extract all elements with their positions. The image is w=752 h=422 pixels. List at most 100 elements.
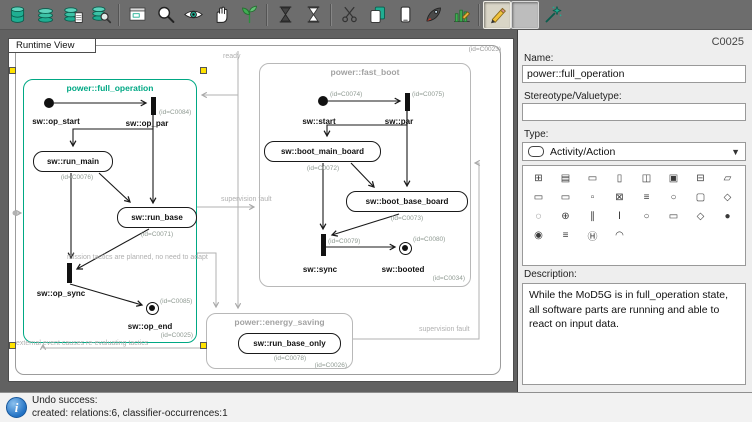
view-button[interactable] bbox=[179, 1, 207, 29]
stereotype-input[interactable] bbox=[522, 103, 746, 121]
zoom-button[interactable] bbox=[151, 1, 179, 29]
model-store-icon bbox=[35, 4, 56, 25]
palette-icon[interactable]: ○ bbox=[633, 207, 660, 226]
pan-button[interactable] bbox=[207, 1, 235, 29]
fork-par[interactable] bbox=[405, 93, 410, 111]
type-dropdown[interactable]: Activity/Action ▼ bbox=[522, 142, 746, 161]
diagram-sheet[interactable]: (id=C0023) power::full_operation power::… bbox=[8, 38, 514, 382]
palette-icon[interactable]: ○ bbox=[660, 188, 687, 207]
palette-icon[interactable]: ▣ bbox=[660, 169, 687, 188]
id-label: (id=C0025) bbox=[127, 332, 193, 339]
initial-state-start[interactable] bbox=[318, 96, 328, 106]
diagram-canvas[interactable]: Runtime View bbox=[0, 30, 517, 392]
palette-icon[interactable]: ▱ bbox=[714, 169, 741, 188]
device-icon bbox=[395, 4, 416, 25]
palette-icon[interactable]: ⊟ bbox=[687, 169, 714, 188]
id-label: (id=C0075) bbox=[412, 91, 444, 98]
palette-icon[interactable]: ▢ bbox=[687, 188, 714, 207]
magic-wand-icon bbox=[543, 4, 564, 25]
palette-icon[interactable]: ≡ bbox=[633, 188, 660, 207]
state-label: sw::boot_main_board bbox=[281, 147, 364, 156]
model-search-icon bbox=[91, 4, 112, 25]
id-label: (id=C0076) bbox=[61, 174, 93, 181]
edge-label-supervision-fault: supervision fault bbox=[221, 196, 272, 203]
blank-tool-button[interactable] bbox=[511, 1, 539, 29]
region-title: power::energy_saving bbox=[207, 317, 352, 327]
palette-icon[interactable]: ▤ bbox=[552, 169, 579, 188]
timer-filled-button[interactable] bbox=[271, 1, 299, 29]
palette-icon[interactable]: ◫ bbox=[633, 169, 660, 188]
state-run-base-only[interactable]: sw::run_base_only bbox=[238, 333, 341, 354]
cut-button[interactable] bbox=[335, 1, 363, 29]
model-export-button[interactable] bbox=[59, 1, 87, 29]
palette-icon[interactable]: ⊠ bbox=[606, 188, 633, 207]
deploy-button[interactable] bbox=[419, 1, 447, 29]
chart-edit-button[interactable] bbox=[447, 1, 475, 29]
pan-hand-icon bbox=[211, 4, 232, 25]
state-label: sw::op_end bbox=[128, 322, 172, 331]
state-label: sw::start bbox=[302, 117, 335, 126]
model-search-button[interactable] bbox=[87, 1, 115, 29]
final-state-op-end[interactable] bbox=[146, 302, 159, 315]
final-state-booted[interactable] bbox=[399, 242, 412, 255]
selection-handle[interactable] bbox=[200, 67, 207, 74]
palette-icon[interactable]: ◇ bbox=[714, 188, 741, 207]
id-label: (id=C0085) bbox=[160, 298, 192, 305]
palette-icon[interactable]: ⊞ bbox=[525, 169, 552, 188]
state-label: sw::par bbox=[385, 117, 413, 126]
name-input[interactable] bbox=[522, 65, 746, 83]
id-label: (id=C0071) bbox=[141, 231, 173, 238]
status-line-2: created: relations:6, classifier-occurre… bbox=[32, 408, 228, 419]
fork-op-par[interactable] bbox=[151, 97, 156, 115]
frame-id-label: (id=C0023) bbox=[469, 46, 501, 53]
join-sync[interactable] bbox=[321, 234, 326, 256]
region-title: power::fast_boot bbox=[260, 67, 470, 77]
toolbar-separator bbox=[118, 4, 120, 26]
palette-icon[interactable]: ▭ bbox=[660, 207, 687, 226]
growth-button[interactable] bbox=[235, 1, 263, 29]
state-boot-base-board[interactable]: sw::boot_base_board bbox=[346, 191, 468, 212]
id-label: (id=C0072) bbox=[307, 165, 339, 172]
id-label: (id=C0026) bbox=[281, 362, 347, 369]
palette-icon[interactable]: ▯ bbox=[606, 169, 633, 188]
id-label: (id=C0080) bbox=[413, 236, 445, 243]
state-run-main[interactable]: sw::run_main bbox=[33, 151, 113, 172]
palette-icon[interactable]: Ⓗ bbox=[579, 226, 606, 245]
palette-icon[interactable]: ◌ bbox=[525, 207, 552, 226]
palette-icon[interactable]: ▭ bbox=[579, 169, 606, 188]
palette-icon[interactable]: ◉ bbox=[525, 226, 552, 245]
copy-button[interactable] bbox=[363, 1, 391, 29]
palette-icon[interactable]: Ⅰ bbox=[606, 207, 633, 226]
palette-icon[interactable]: ⊕ bbox=[552, 207, 579, 226]
palette-icon[interactable]: ∥ bbox=[579, 207, 606, 226]
status-bar: i Undo success: created: relations:6, cl… bbox=[0, 392, 752, 422]
initial-state-op-start[interactable] bbox=[44, 98, 54, 108]
runtime-view-tab[interactable]: Runtime View bbox=[8, 38, 96, 53]
repository-button[interactable] bbox=[3, 1, 31, 29]
palette-icon[interactable]: ▫ bbox=[579, 188, 606, 207]
name-label: Name: bbox=[524, 53, 553, 64]
edge-label-mission-tactics: mission tactics are planned, no need to … bbox=[67, 254, 208, 261]
hourglass-filled-icon bbox=[275, 4, 296, 25]
device-button[interactable] bbox=[391, 1, 419, 29]
selection-handle[interactable] bbox=[9, 67, 16, 74]
selection-handle[interactable] bbox=[9, 342, 16, 349]
status-line-1: Undo success: bbox=[32, 395, 98, 406]
description-box[interactable]: While the MoD5G is in full_operation sta… bbox=[522, 283, 746, 385]
join-op-sync[interactable] bbox=[67, 263, 72, 283]
palette-icon[interactable]: ◇ bbox=[687, 207, 714, 226]
state-boot-main-board[interactable]: sw::boot_main_board bbox=[264, 141, 381, 162]
state-run-base[interactable]: sw::run_base bbox=[117, 207, 197, 228]
edit-tool-button[interactable] bbox=[483, 1, 511, 29]
wizard-button[interactable] bbox=[539, 1, 567, 29]
palette-icon[interactable]: ● bbox=[714, 207, 741, 226]
palette-icon[interactable]: ▭ bbox=[525, 188, 552, 207]
palette-icon[interactable]: ▭ bbox=[552, 188, 579, 207]
palette-icon[interactable]: ◠ bbox=[606, 226, 633, 245]
frame-button[interactable] bbox=[123, 1, 151, 29]
palette-icon[interactable]: ≡ bbox=[552, 226, 579, 245]
timer-outline-button[interactable] bbox=[299, 1, 327, 29]
selection-handle[interactable] bbox=[200, 342, 207, 349]
model-store-button[interactable] bbox=[31, 1, 59, 29]
blank-tool-icon bbox=[515, 4, 536, 25]
